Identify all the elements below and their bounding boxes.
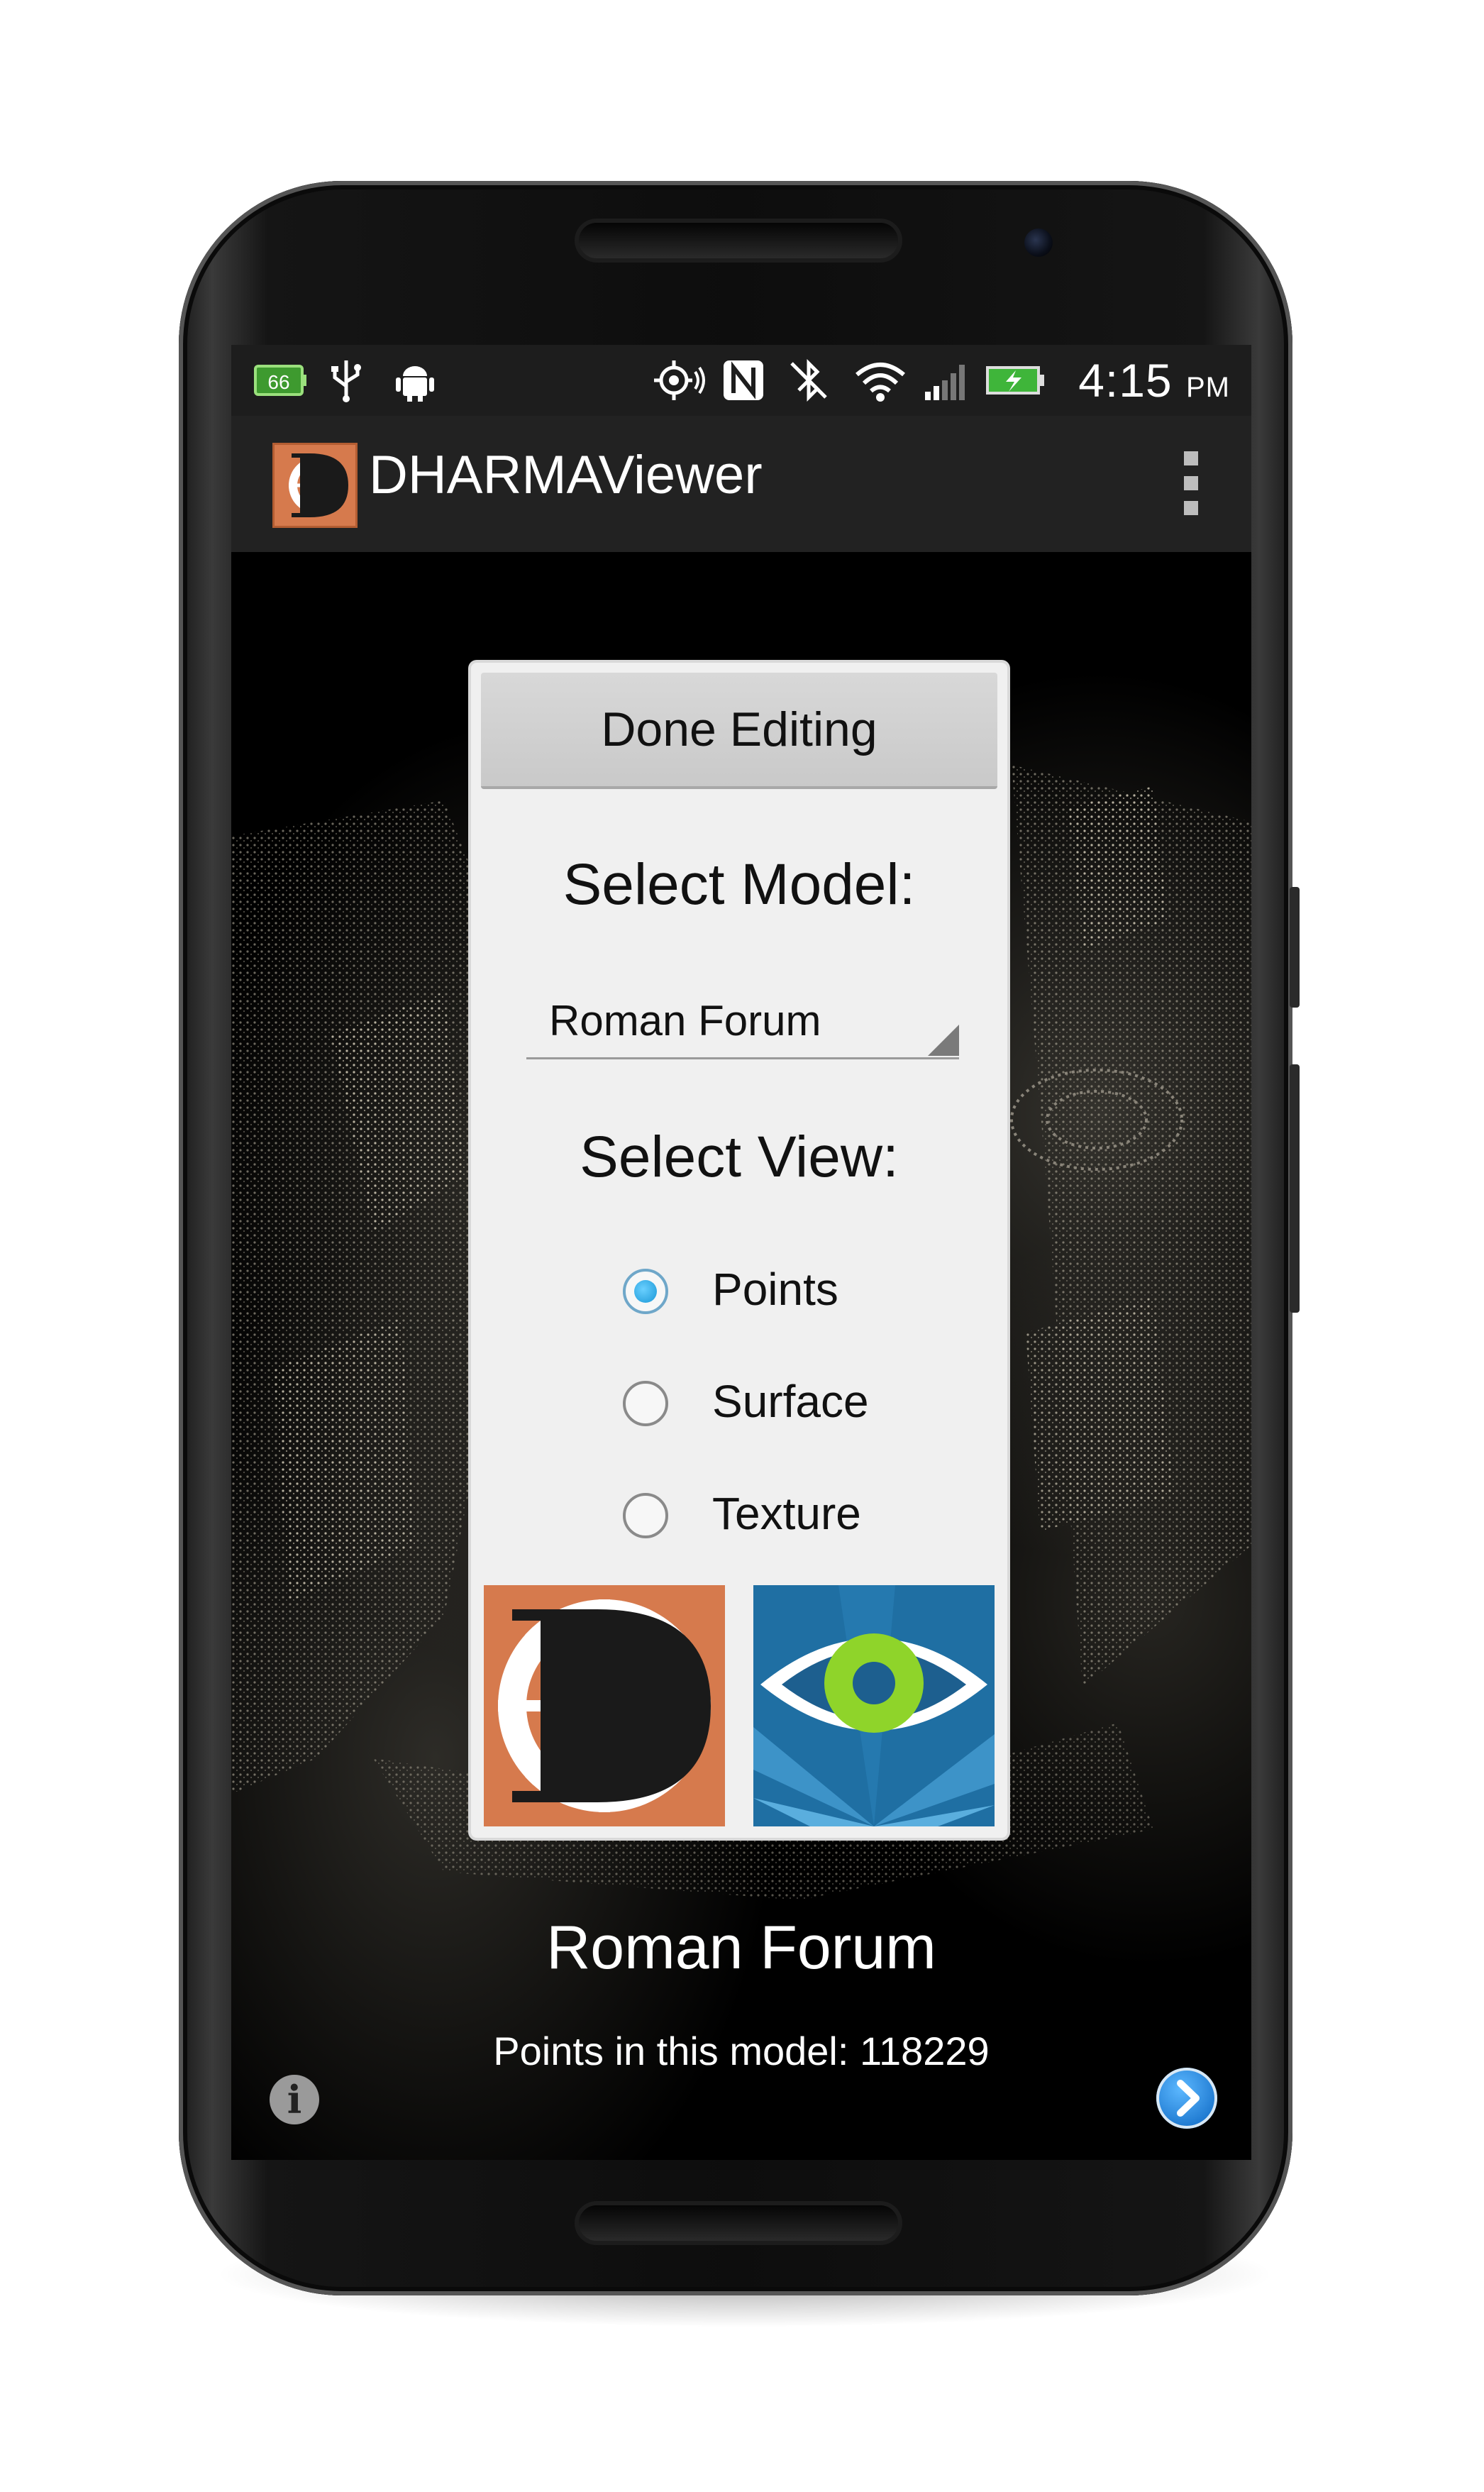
bluetooth-muted-icon [789, 358, 829, 403]
points-count-text: Points in this model: 118229 [493, 2029, 990, 2073]
radio-button-checked[interactable] [623, 1269, 668, 1314]
select-view-heading: Select View: [580, 1125, 899, 1189]
power-button [1290, 1064, 1300, 1313]
battery-badge-icon: 66 [254, 358, 308, 403]
view-option-label: Texture [712, 1488, 861, 1539]
battery-charging-icon [985, 358, 1047, 403]
gps-icon [651, 358, 707, 403]
dharma-logo-icon[interactable] [272, 443, 358, 528]
radio-button[interactable] [623, 1381, 668, 1426]
volume-button [1290, 887, 1300, 1008]
usb-icon [326, 358, 366, 403]
model-settings-dialog: Done Editing Select Model: Roman Forum S… [471, 663, 1007, 1838]
view-option-label: Surface [712, 1376, 869, 1427]
select-model-heading: Select Model: [563, 852, 916, 917]
signal-icon [922, 358, 972, 403]
model-spinner[interactable]: Roman Forum [526, 983, 959, 1059]
wifi-icon [853, 358, 908, 403]
radio-button[interactable] [623, 1493, 668, 1538]
view-option-texture[interactable]: Texture [623, 1483, 921, 1554]
next-arrow-icon[interactable] [1156, 2068, 1217, 2129]
info-glyph: i [287, 2077, 302, 2122]
top-speaker [579, 223, 898, 258]
front-camera [1024, 228, 1053, 257]
done-editing-button[interactable]: Done Editing [481, 673, 997, 789]
action-bar: DHARMAViewer [231, 416, 1251, 552]
bottom-speaker [579, 2205, 898, 2241]
spinner-arrow-icon [928, 1025, 959, 1056]
viewer-eye-logo-image [753, 1585, 995, 1826]
device-screen: 66 4:15 PM DHARMAViewer Done Editing Sel… [231, 345, 1251, 2160]
view-option-surface[interactable]: Surface [623, 1371, 921, 1442]
status-clock: 4:15 PM [1078, 354, 1230, 407]
app-title: DHARMAViewer [369, 445, 763, 505]
model-spinner-value: Roman Forum [549, 997, 821, 1044]
svg-text:66: 66 [267, 371, 289, 393]
view-option-label: Points [712, 1264, 838, 1315]
model-name-title: Roman Forum [546, 1914, 936, 1982]
view-option-points[interactable]: Points [623, 1259, 921, 1330]
android-debug-icon [394, 358, 436, 403]
overflow-menu-icon[interactable] [1180, 451, 1202, 515]
nfc-icon [721, 358, 766, 403]
status-bar: 66 4:15 PM [231, 345, 1251, 416]
info-icon[interactable]: i [270, 2075, 319, 2124]
dharma-logo-image [484, 1585, 725, 1826]
